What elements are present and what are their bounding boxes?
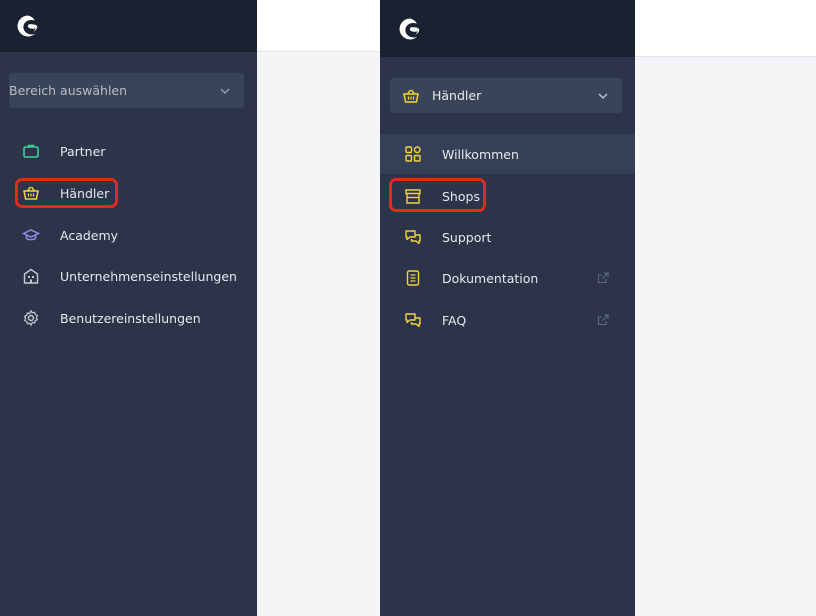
chevron-down-icon — [598, 93, 608, 99]
shopware-logo-icon[interactable] — [398, 17, 422, 41]
document-icon — [404, 269, 422, 287]
gear-icon — [22, 309, 40, 327]
nav-item-haendler[interactable]: Händler — [22, 180, 109, 206]
external-link-icon — [597, 314, 609, 326]
chevron-down-icon — [220, 88, 230, 94]
dashboard-icon — [404, 145, 422, 163]
storefront-icon — [404, 187, 422, 205]
nav-item-label: Benutzereinstellungen — [60, 310, 201, 326]
area-select-value: Händler — [432, 88, 482, 103]
basket-icon — [403, 89, 419, 103]
area-select[interactable]: Bereich auswählen — [9, 73, 244, 108]
nav-item-label: Partner — [60, 143, 106, 159]
shopware-logo-icon[interactable] — [16, 14, 40, 38]
nav-item-shops[interactable]: Shops — [380, 176, 635, 216]
nav-item-label: Willkommen — [442, 146, 519, 162]
nav-item-label: FAQ — [442, 312, 467, 328]
nav-item-willkommen[interactable]: Willkommen — [380, 134, 635, 174]
top-bar — [257, 0, 380, 52]
top-bar — [635, 0, 816, 57]
nav-item-user-settings[interactable]: Benutzereinstellungen — [22, 305, 201, 331]
right-main-content — [635, 0, 816, 616]
nav-item-label: Händler — [60, 185, 110, 201]
nav-item-dokumentation[interactable]: Dokumentation — [380, 258, 635, 298]
external-link-icon — [597, 272, 609, 284]
left-main-content — [257, 0, 380, 616]
nav-item-label: Support — [442, 229, 492, 245]
basket-icon — [22, 184, 40, 202]
briefcase-icon — [22, 142, 40, 160]
logo-bar — [0, 0, 257, 52]
building-icon — [22, 267, 40, 285]
nav-item-academy[interactable]: Academy — [22, 222, 118, 248]
nav-item-label: Unternehmenseinstellungen — [60, 268, 237, 284]
graduation-cap-icon — [22, 226, 40, 244]
nav-item-label: Shops — [442, 188, 480, 204]
right-sidebar: Händler Willkommen Shops Support Dokumen… — [380, 0, 635, 616]
area-select-value: Bereich auswählen — [9, 83, 128, 98]
nav-item-faq[interactable]: FAQ — [380, 300, 635, 340]
nav-item-partner[interactable]: Partner — [22, 138, 105, 164]
nav-item-label: Academy — [60, 227, 119, 243]
nav-item-company-settings[interactable]: Unternehmenseinstellungen — [22, 263, 237, 289]
area-select[interactable]: Händler — [390, 78, 622, 113]
chat-bubbles-icon — [404, 311, 422, 329]
left-sidebar: Bereich auswählen Partner Händler Academ… — [0, 0, 257, 616]
logo-bar — [380, 0, 635, 57]
nav-item-support[interactable]: Support — [380, 217, 635, 257]
chat-bubbles-icon — [404, 228, 422, 246]
nav-item-label: Dokumentation — [442, 270, 539, 286]
